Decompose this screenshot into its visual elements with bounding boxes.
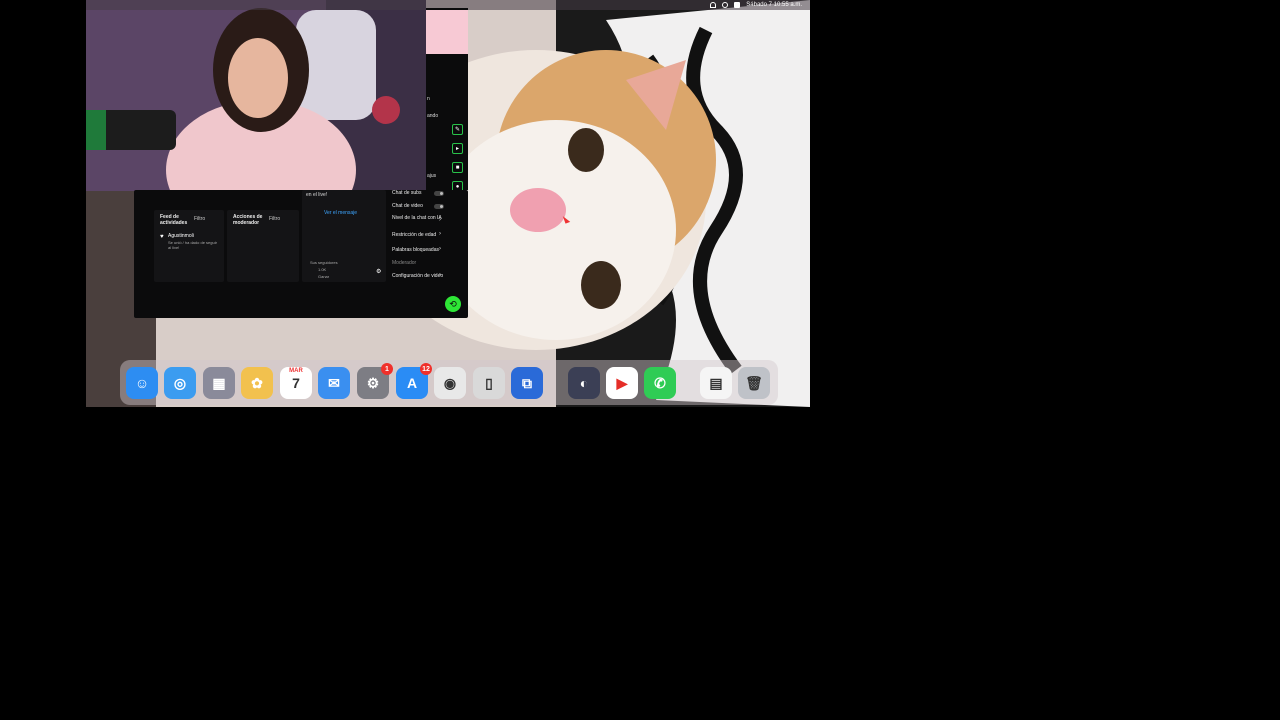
dock-app-icon: ▶: [616, 374, 628, 391]
search-icon[interactable]: [722, 2, 729, 8]
dock-app-icon: ◎: [173, 374, 187, 391]
dock: ☺ ◎ ▦ ✿ MAR 7 ✉ ⚙ 1 A 12 ◉ ▯ ⧉ ◐ ▶ ✆ ▤ 🗑: [120, 360, 778, 405]
setting-blocked-words[interactable]: Palabras bloqueadas: [392, 247, 444, 253]
control-center-icon[interactable]: [734, 2, 741, 8]
side-label-2: ando: [427, 113, 439, 119]
dock-app-icon: ◉: [443, 374, 457, 391]
dock-app-whatsapp[interactable]: ✆: [644, 367, 676, 399]
chevron-right-icon: ›: [439, 231, 441, 237]
setting-moderator: Moderador: [392, 260, 417, 266]
toggle-subs-chat[interactable]: [434, 191, 444, 196]
desktop: Sábado 7 10:55 a.m. n ando ajus ✎ ▸ ■ ● …: [86, 0, 810, 407]
chat-link[interactable]: Ver el mensaje: [324, 210, 357, 216]
go-live-button[interactable]: ⟲: [445, 296, 461, 312]
heart-icon: ♥: [160, 234, 164, 240]
chevron-right-icon: ›: [439, 246, 441, 252]
dock-app-icon: ✉: [328, 374, 340, 391]
tool-button-2[interactable]: ▸: [452, 143, 463, 154]
dock-app-photos[interactable]: ✿: [241, 367, 273, 399]
mod-actions-filter[interactable]: Filtro: [269, 216, 280, 222]
chevron-right-icon: ›: [439, 272, 441, 278]
feed-item-name: Agustinmoli: [168, 233, 194, 239]
dock-app-screen-share[interactable]: ⧉: [511, 367, 543, 399]
viewer-sub: Ganar: [318, 274, 330, 279]
chat-panel: en el live! Ver el mensaje Sus seguidore…: [302, 190, 386, 282]
viewer-count: 1.0K: [318, 267, 327, 272]
dock-app-obs[interactable]: ◐: [568, 367, 600, 399]
dock-app-chrome[interactable]: ◉: [434, 367, 466, 399]
notification-badge: 1: [381, 363, 393, 375]
dock-app-system-settings[interactable]: ⚙ 1: [357, 363, 393, 399]
setting-age-restriction[interactable]: Restricción de edad: [392, 232, 444, 238]
dock-app-mail[interactable]: ✉: [318, 367, 350, 399]
dock-app-icon: 🗑: [745, 374, 763, 391]
dock-app-trash[interactable]: 🗑: [738, 367, 770, 399]
dock-app-icon: ◐: [579, 375, 589, 391]
dock-app-icon: ⧉: [522, 374, 532, 391]
dock-app-icon: ✿: [251, 374, 263, 391]
dock-app-icon: ⚙: [366, 374, 380, 391]
menu-bar-clock[interactable]: Sábado 7 10:55 a.m.: [746, 2, 802, 8]
studio-preview-strip: [426, 10, 468, 54]
tool-button-1[interactable]: ✎: [452, 124, 463, 135]
dock-app-icon: ▯: [485, 374, 493, 391]
toggle-video-chat[interactable]: [434, 204, 444, 209]
dock-app-safari[interactable]: ◎: [164, 367, 196, 399]
feed-item-text: Se unió / ha dado de seguir al live!: [168, 240, 217, 250]
side-label-1: n: [427, 96, 430, 102]
calendar-month: MAR: [289, 368, 303, 374]
dock-app-icon: ▦: [212, 374, 226, 391]
dock-app-launchpad[interactable]: ▦: [203, 367, 235, 399]
streamer-camera: [86, 0, 426, 191]
live-studio-window: Feed de actividades Filtro ♥ Agustinmoli…: [134, 190, 468, 318]
notification-badge: 12: [420, 363, 432, 375]
dock-app-icon: ☺: [134, 375, 150, 391]
setting-ai-chat-level[interactable]: Nivel de la chat con IA: [392, 215, 444, 221]
wifi-icon[interactable]: [710, 2, 717, 8]
chevron-right-icon: ›: [439, 217, 441, 223]
dock-app-document[interactable]: ▤: [700, 367, 732, 399]
activity-feed-filter[interactable]: Filtro: [194, 216, 205, 222]
dock-app-icon: A: [406, 375, 418, 391]
mod-actions-panel: Acciones de moderador Filtro: [227, 210, 299, 282]
webcam-overlay: [86, 0, 426, 191]
activity-feed-title: Feed de actividades: [160, 214, 188, 226]
dock-app-app-store[interactable]: A 12: [396, 363, 432, 399]
viewers-label: Sus seguidores: [310, 260, 338, 265]
setting-video-config[interactable]: Configuración de video: [392, 273, 444, 279]
dock-app-mirroring[interactable]: ▯: [473, 367, 505, 399]
side-label-3: ajus: [427, 173, 437, 179]
tool-button-3[interactable]: ■: [452, 162, 463, 173]
chat-header: en el live!: [306, 192, 328, 198]
gear-icon[interactable]: ⚙: [376, 268, 381, 275]
dock-app-calendar[interactable]: MAR 7: [280, 367, 312, 399]
dock-app-icon: ✆: [654, 374, 666, 391]
dock-app-icon: 7: [292, 375, 300, 391]
dock-app-finder[interactable]: ☺: [126, 367, 158, 399]
activity-feed-panel: Feed de actividades Filtro ♥ Agustinmoli…: [154, 210, 224, 282]
dock-app-icon: ▤: [709, 374, 723, 391]
mod-actions-title: Acciones de moderador: [233, 214, 263, 226]
dock-app-youtube[interactable]: ▶: [606, 367, 638, 399]
